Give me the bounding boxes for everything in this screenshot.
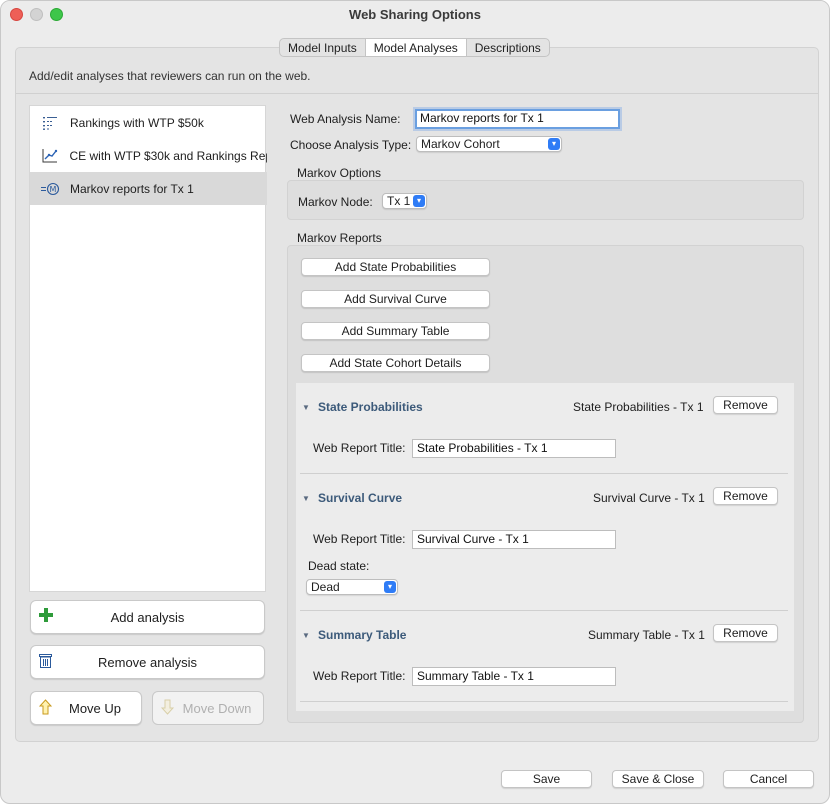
report-subtitle: State Probabilities - Tx 1: [573, 400, 704, 414]
add-state-cohort-details-button[interactable]: Add State Cohort Details: [301, 354, 490, 372]
list-item-label: CE with WTP $30k and Rankings Rep: [69, 148, 268, 163]
report-header-summary-table[interactable]: Summary Table: [318, 628, 406, 642]
markov-reports-title: Markov Reports: [297, 231, 382, 245]
rankings-list-icon: [40, 115, 60, 131]
title-bar: Web Sharing Options: [1, 1, 829, 29]
analysis-type-label: Choose Analysis Type:: [290, 138, 412, 152]
report-separator: [300, 473, 788, 474]
tab-bar: Model Inputs Model Analyses Descriptions: [279, 38, 550, 57]
dead-state-select[interactable]: Dead ▾: [306, 579, 398, 595]
dead-state-label: Dead state:: [308, 559, 370, 573]
web-report-title-input[interactable]: Survival Curve - Tx 1: [412, 530, 616, 549]
web-report-title-input[interactable]: Summary Table - Tx 1: [412, 667, 616, 686]
web-report-title-label: Web Report Title:: [313, 441, 406, 455]
remove-report-button[interactable]: Remove: [713, 396, 778, 414]
disclosure-triangle-icon[interactable]: ▼: [302, 403, 310, 412]
list-item-label: Markov reports for Tx 1: [70, 181, 194, 196]
arrow-up-icon: [38, 699, 53, 718]
disclosure-triangle-icon[interactable]: ▼: [302, 631, 310, 640]
add-survival-curve-button[interactable]: Add Survival Curve: [301, 290, 490, 308]
list-item[interactable]: CE with WTP $30k and Rankings Rep: [30, 139, 267, 172]
trash-icon: [39, 653, 52, 671]
window-title: Web Sharing Options: [349, 7, 481, 22]
add-analysis-label: Add analysis: [110, 609, 185, 625]
report-subtitle: Summary Table - Tx 1: [588, 628, 705, 642]
web-sharing-options-window: Web Sharing Options Model Inputs Model A…: [0, 0, 830, 804]
plus-icon: [39, 608, 53, 625]
move-up-button[interactable]: Move Up: [30, 691, 142, 725]
remove-report-button[interactable]: Remove: [713, 624, 778, 642]
web-report-title-input[interactable]: State Probabilities - Tx 1: [412, 439, 616, 458]
web-analysis-name-label: Web Analysis Name:: [290, 112, 401, 126]
markov-node-label: Markov Node:: [298, 195, 373, 209]
markov-icon: M: [40, 181, 60, 197]
report-separator: [300, 701, 788, 702]
save-button[interactable]: Save: [501, 770, 592, 788]
markov-node-select[interactable]: Tx 1 ▾: [382, 193, 427, 209]
chevron-updown-icon: ▾: [384, 581, 396, 593]
tab-model-inputs[interactable]: Model Inputs: [280, 39, 366, 56]
arrow-down-icon: [160, 699, 175, 718]
remove-analysis-label: Remove analysis: [98, 654, 197, 670]
chevron-updown-icon: ▾: [548, 138, 560, 150]
save-and-close-button[interactable]: Save & Close: [612, 770, 704, 788]
cancel-button[interactable]: Cancel: [723, 770, 814, 788]
report-header-state-probabilities[interactable]: State Probabilities: [318, 400, 423, 414]
remove-analysis-button[interactable]: Remove analysis: [30, 645, 265, 679]
report-separator: [300, 610, 788, 611]
add-summary-table-button[interactable]: Add Summary Table: [301, 322, 490, 340]
analyses-list[interactable]: Rankings with WTP $50k CE with WTP $30k …: [29, 105, 267, 592]
move-down-button[interactable]: Move Down: [152, 691, 264, 725]
web-report-title-label: Web Report Title:: [313, 669, 406, 683]
markov-options-title: Markov Options: [297, 166, 382, 180]
markov-node-value: Tx 1: [387, 194, 411, 208]
report-header-survival-curve[interactable]: Survival Curve: [318, 491, 402, 505]
ce-graph-icon: [40, 148, 60, 164]
add-analysis-button[interactable]: Add analysis: [30, 600, 265, 634]
list-item[interactable]: M Markov reports for Tx 1: [30, 172, 267, 205]
list-item-label: Rankings with WTP $50k: [70, 115, 204, 130]
analysis-type-value: Markov Cohort: [421, 137, 500, 151]
disclosure-triangle-icon[interactable]: ▼: [302, 494, 310, 503]
description-divider: [16, 93, 818, 94]
remove-report-button[interactable]: Remove: [713, 487, 778, 505]
web-analysis-name-input[interactable]: Markov reports for Tx 1: [415, 109, 620, 129]
report-subtitle: Survival Curve - Tx 1: [593, 491, 705, 505]
add-state-probabilities-button[interactable]: Add State Probabilities: [301, 258, 490, 276]
analysis-type-select[interactable]: Markov Cohort ▾: [416, 136, 562, 152]
web-report-title-label: Web Report Title:: [313, 532, 406, 546]
chevron-updown-icon: ▾: [413, 195, 425, 207]
tab-descriptions[interactable]: Descriptions: [467, 39, 549, 56]
dead-state-value: Dead: [311, 580, 340, 594]
tab-description: Add/edit analyses that reviewers can run…: [29, 69, 311, 83]
svg-text:M: M: [50, 185, 57, 194]
tab-model-analyses[interactable]: Model Analyses: [365, 39, 467, 56]
list-item[interactable]: Rankings with WTP $50k: [30, 106, 267, 139]
